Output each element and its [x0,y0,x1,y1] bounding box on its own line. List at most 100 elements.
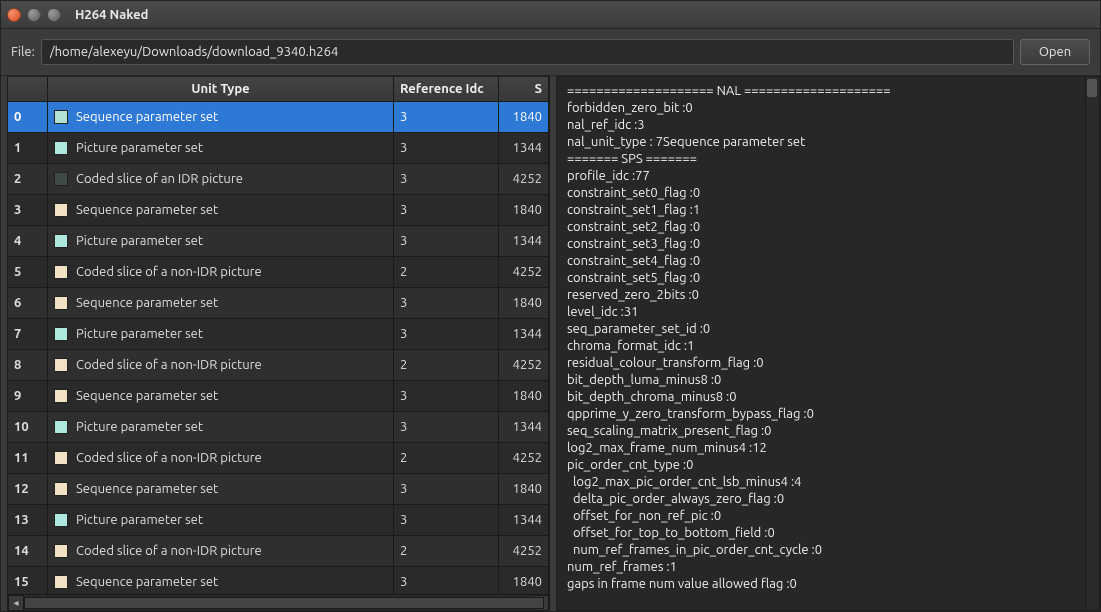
row-size: 1840 [499,567,549,594]
color-swatch-icon [54,544,68,558]
row-reference-idc: 3 [394,102,499,132]
unit-type-label: Coded slice of a non-IDR picture [76,451,262,465]
maximize-icon[interactable] [47,8,61,22]
row-index: 13 [8,505,48,535]
table-row[interactable]: 11Coded slice of a non-IDR picture24252 [8,443,549,474]
table-row[interactable]: 15Sequence parameter set31840 [8,567,549,594]
color-swatch-icon [54,420,68,434]
color-swatch-icon [54,203,68,217]
color-swatch-icon [54,513,68,527]
table-row[interactable]: 6Sequence parameter set31840 [8,288,549,319]
row-index: 8 [8,350,48,380]
col-index[interactable] [8,77,48,101]
row-reference-idc: 3 [394,381,499,411]
table-row[interactable]: 8Coded slice of a non-IDR picture24252 [8,350,549,381]
row-reference-idc: 2 [394,536,499,566]
file-path-input[interactable] [41,39,1014,65]
color-swatch-icon [54,482,68,496]
row-size: 4252 [499,443,549,473]
color-swatch-icon [54,265,68,279]
row-size: 4252 [499,536,549,566]
unit-type-label: Coded slice of a non-IDR picture [76,544,262,558]
row-index: 5 [8,257,48,287]
table-row[interactable]: 7Picture parameter set31344 [8,319,549,350]
color-swatch-icon [54,141,68,155]
table-row[interactable]: 1Picture parameter set31344 [8,133,549,164]
row-reference-idc: 3 [394,226,499,256]
file-label: File: [11,45,35,59]
row-reference-idc: 3 [394,133,499,163]
unit-type-label: Coded slice of an IDR picture [76,172,243,186]
unit-type-label: Picture parameter set [76,513,203,527]
scroll-thumb[interactable] [1087,79,1097,97]
unit-type-label: Sequence parameter set [76,296,218,310]
color-swatch-icon [54,172,68,186]
row-unit-type: Picture parameter set [48,319,394,349]
scroll-left-icon[interactable]: ◂ [8,595,24,611]
row-reference-idc: 3 [394,474,499,504]
row-reference-idc: 2 [394,350,499,380]
row-unit-type: Sequence parameter set [48,381,394,411]
color-swatch-icon [54,296,68,310]
toolbar: File: Open [1,29,1100,76]
row-size: 1344 [499,505,549,535]
color-swatch-icon [54,389,68,403]
table-row[interactable]: 10Picture parameter set31344 [8,412,549,443]
table-row[interactable]: 3Sequence parameter set31840 [8,195,549,226]
close-icon[interactable] [7,8,21,22]
table-row[interactable]: 9 Sequence parameter set 31840 [8,381,549,412]
table-row[interactable]: 14Coded slice of a non-IDR picture24252 [8,536,549,567]
col-unit-type[interactable]: Unit Type [48,77,394,101]
row-unit-type: Sequence parameter set [48,567,394,594]
table-row[interactable]: 5Coded slice of a non-IDR picture24252 [8,257,549,288]
color-swatch-icon [54,451,68,465]
row-size: 1840 [499,195,549,225]
col-size[interactable]: S [499,77,549,101]
row-reference-idc: 3 [394,164,499,194]
vertical-scrollbar[interactable] [1085,77,1099,610]
scroll-track[interactable] [24,597,533,609]
unit-type-label: Picture parameter set [76,234,203,248]
row-unit-type: Coded slice of a non-IDR picture [48,350,394,380]
table-row[interactable]: 4 Picture parameter set 31344 [8,226,549,257]
row-index: 4 [8,226,48,256]
row-unit-type: Coded slice of a non-IDR picture [48,536,394,566]
row-index: 2 [8,164,48,194]
nal-table: Unit Type Reference Idc S 0 Sequence para… [7,76,550,611]
row-reference-idc: 3 [394,288,499,318]
row-unit-type: Picture parameter set [48,133,394,163]
col-reference-idc[interactable]: Reference Idc [394,77,499,101]
unit-type-label: Picture parameter set [76,141,203,155]
titlebar[interactable]: H264 Naked [1,1,1100,29]
row-unit-type: Sequence parameter set [48,195,394,225]
unit-type-label: Sequence parameter set [76,110,218,124]
row-unit-type: Sequence parameter set [48,102,394,132]
color-swatch-icon [54,358,68,372]
row-index: 0 [8,102,48,132]
row-size: 1840 [499,381,549,411]
table-header: Unit Type Reference Idc S [8,77,549,102]
unit-type-label: Sequence parameter set [76,203,218,217]
unit-type-label: Picture parameter set [76,327,203,341]
table-row[interactable]: 2 Coded slice of an IDR picture 34252 [8,164,549,195]
row-index: 3 [8,195,48,225]
open-button[interactable]: Open [1020,39,1090,65]
row-unit-type: Picture parameter set [48,505,394,535]
scroll-thumb[interactable] [24,597,544,609]
row-unit-type: Coded slice of a non-IDR picture [48,257,394,287]
color-swatch-icon [54,575,68,589]
row-index: 9 [8,381,48,411]
row-size: 1344 [499,226,549,256]
table-row[interactable]: 13Picture parameter set31344 [8,505,549,536]
unit-type-label: Sequence parameter set [76,389,218,403]
unit-type-label: Sequence parameter set [76,575,218,589]
minimize-icon[interactable] [27,8,41,22]
row-index: 6 [8,288,48,318]
table-row[interactable]: 12Sequence parameter set31840 [8,474,549,505]
row-size: 4252 [499,164,549,194]
table-row[interactable]: 0Sequence parameter set31840 [8,102,549,133]
horizontal-scrollbar[interactable]: ◂ ▸ [8,594,549,610]
unit-type-label: Sequence parameter set [76,482,218,496]
row-reference-idc: 3 [394,319,499,349]
row-size: 1840 [499,474,549,504]
